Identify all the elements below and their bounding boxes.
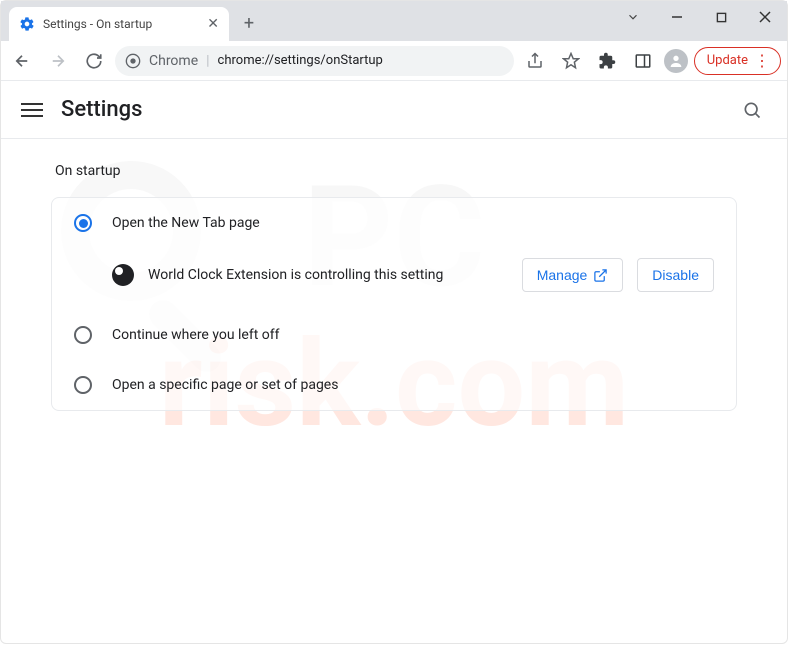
- settings-header: Settings: [1, 81, 787, 139]
- reload-button[interactable]: [79, 46, 109, 76]
- back-button[interactable]: [7, 46, 37, 76]
- option-label: Open the New Tab page: [112, 215, 260, 231]
- extension-globe-icon: [112, 264, 134, 286]
- new-tab-button[interactable]: +: [235, 9, 263, 37]
- option-label: Open a specific page or set of pages: [112, 377, 338, 393]
- option-new-tab[interactable]: Open the New Tab page: [52, 198, 736, 248]
- address-url: chrome://settings/onStartup: [218, 53, 383, 68]
- profile-avatar[interactable]: [664, 49, 688, 73]
- manage-label: Manage: [537, 267, 588, 283]
- bookmark-icon[interactable]: [556, 46, 586, 76]
- extension-notice-row: World Clock Extension is controlling thi…: [52, 248, 736, 310]
- window-close-button[interactable]: [743, 1, 787, 33]
- window-titlebar: Settings - On startup ✕ +: [1, 1, 787, 41]
- share-icon[interactable]: [520, 46, 550, 76]
- section-title: On startup: [55, 163, 737, 179]
- update-button[interactable]: Update ⋮: [694, 47, 781, 75]
- browser-tab[interactable]: Settings - On startup ✕: [9, 7, 229, 41]
- radio-icon[interactable]: [74, 214, 92, 232]
- chrome-icon: [125, 53, 141, 69]
- address-bar[interactable]: Chrome | chrome://settings/onStartup: [115, 46, 514, 76]
- browser-toolbar: Chrome | chrome://settings/onStartup Upd…: [1, 41, 787, 81]
- external-link-icon: [593, 268, 608, 283]
- update-label: Update: [707, 53, 748, 68]
- chevron-down-icon[interactable]: [611, 1, 655, 33]
- page-title: Settings: [61, 97, 142, 122]
- hamburger-menu-icon[interactable]: [21, 103, 43, 117]
- radio-icon[interactable]: [74, 326, 92, 344]
- option-specific-pages[interactable]: Open a specific page or set of pages: [52, 360, 736, 410]
- forward-button[interactable]: [43, 46, 73, 76]
- window-maximize-button[interactable]: [699, 1, 743, 33]
- address-scheme: Chrome: [149, 53, 198, 69]
- extension-notice-text: World Clock Extension is controlling thi…: [148, 267, 508, 283]
- address-separator: |: [206, 53, 209, 69]
- radio-icon[interactable]: [74, 376, 92, 394]
- gear-icon: [19, 16, 35, 32]
- sidepanel-icon[interactable]: [628, 46, 658, 76]
- option-continue[interactable]: Continue where you left off: [52, 310, 736, 360]
- tab-title: Settings - On startup: [43, 17, 152, 31]
- disable-button[interactable]: Disable: [637, 258, 714, 292]
- disable-label: Disable: [652, 267, 699, 283]
- window-minimize-button[interactable]: [655, 1, 699, 33]
- extensions-icon[interactable]: [592, 46, 622, 76]
- menu-dots-icon: ⋮: [754, 51, 770, 70]
- settings-content: On startup Open the New Tab page World C…: [1, 139, 787, 643]
- startup-card: Open the New Tab page World Clock Extens…: [51, 197, 737, 411]
- search-icon[interactable]: [737, 95, 767, 125]
- manage-button[interactable]: Manage: [522, 258, 624, 292]
- close-tab-icon[interactable]: ✕: [207, 16, 219, 32]
- option-label: Continue where you left off: [112, 327, 280, 343]
